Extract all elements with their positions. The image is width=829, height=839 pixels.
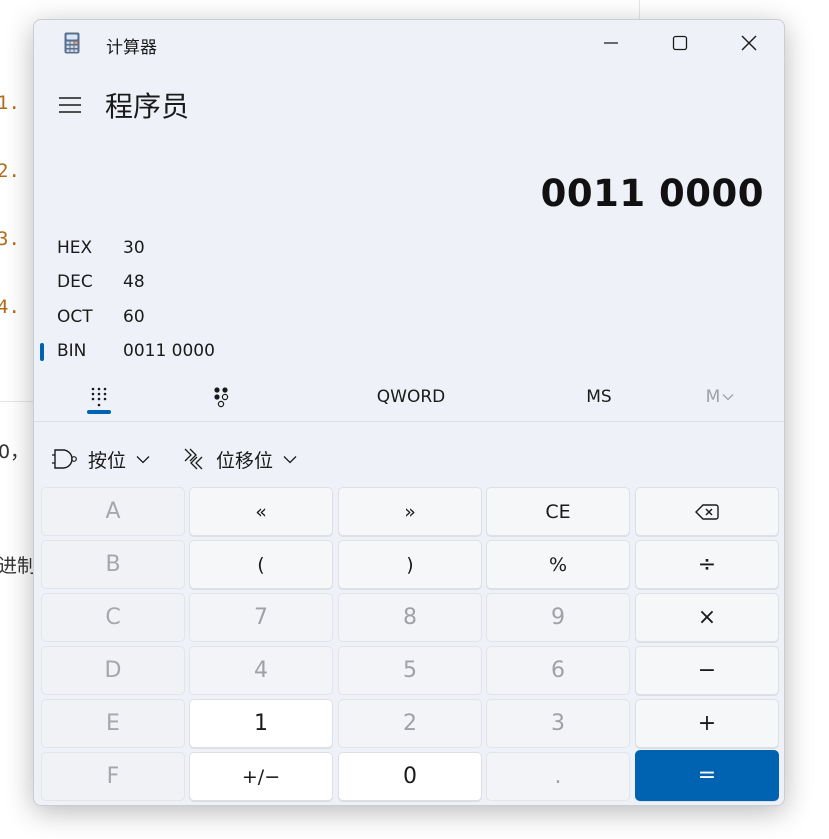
memory-menu-button[interactable]: M xyxy=(702,382,738,412)
radix-dec[interactable]: DEC 48 xyxy=(34,268,784,298)
radix-value: 30 xyxy=(123,238,145,258)
navigation-menu-button[interactable] xyxy=(56,92,84,118)
key-digit-6[interactable]: 6 xyxy=(486,646,630,695)
key-backspace[interactable] xyxy=(635,487,779,536)
bitwise-button[interactable]: 按位 xyxy=(52,444,150,474)
key-open-paren[interactable]: ( xyxy=(189,540,333,589)
key-digit-9[interactable]: 9 xyxy=(486,593,630,642)
radix-hex[interactable]: HEX 30 xyxy=(34,234,784,264)
key-add[interactable]: + xyxy=(635,699,779,748)
key-right-shift[interactable]: » xyxy=(338,487,482,536)
window-title: 计算器 xyxy=(106,38,157,58)
bit-shift-icon xyxy=(184,448,203,470)
bitshift-label: 位移位 xyxy=(216,449,274,472)
close-button[interactable] xyxy=(726,26,772,60)
radix-bin[interactable]: BIN 0011 0000 xyxy=(34,337,784,367)
bitwise-label: 按位 xyxy=(88,449,127,472)
keypad-toolbar: QWORD MS M xyxy=(34,376,784,422)
key-digit-7[interactable]: 7 xyxy=(189,593,333,642)
logic-gate-icon xyxy=(52,449,77,469)
key-clear-entry[interactable]: CE xyxy=(486,487,630,536)
list-number: 1. xyxy=(0,92,20,114)
key-digit-0[interactable]: 0 xyxy=(338,752,482,801)
memory-menu-label: M xyxy=(705,387,721,407)
key-hex-f[interactable]: F xyxy=(41,752,185,801)
key-hex-c[interactable]: C xyxy=(41,593,185,642)
radix-label: DEC xyxy=(57,272,93,292)
key-subtract[interactable]: − xyxy=(635,646,779,695)
key-digit-1[interactable]: 1 xyxy=(189,699,333,748)
mode-header: 程序员 xyxy=(34,82,784,126)
full-keypad-icon xyxy=(91,387,107,407)
key-left-shift[interactable]: « xyxy=(189,487,333,536)
radix-value: 60 xyxy=(123,307,145,327)
backspace-icon xyxy=(695,503,719,520)
radix-label: HEX xyxy=(57,238,93,258)
key-divide[interactable]: ÷ xyxy=(635,540,779,589)
memory-store-button[interactable]: MS xyxy=(574,382,624,412)
key-multiply[interactable]: × xyxy=(635,593,779,642)
minimize-button[interactable] xyxy=(588,26,634,60)
calculator-window: 计算器 程序员 0011 0000 HEX 30 DEC 48 OCT 60 B… xyxy=(33,19,785,806)
key-close-paren[interactable]: ) xyxy=(338,540,482,589)
title-bar[interactable]: 计算器 xyxy=(34,20,784,66)
maximize-button[interactable] xyxy=(657,26,703,60)
selected-indicator xyxy=(40,343,44,361)
background-text: 进制 xyxy=(0,555,37,577)
minimize-icon xyxy=(604,42,618,44)
full-keypad-tab[interactable] xyxy=(84,382,114,412)
close-icon xyxy=(741,35,757,51)
key-equals[interactable]: = xyxy=(635,750,779,801)
key-decimal[interactable]: . xyxy=(486,752,630,801)
key-digit-4[interactable]: 4 xyxy=(189,646,333,695)
list-number: 4. xyxy=(0,296,20,318)
radix-label: OCT xyxy=(57,307,93,327)
key-hex-e[interactable]: E xyxy=(41,699,185,748)
key-modulo[interactable]: % xyxy=(486,540,630,589)
radix-value: 48 xyxy=(123,272,145,292)
key-digit-3[interactable]: 3 xyxy=(486,699,630,748)
key-hex-a[interactable]: A xyxy=(41,487,185,536)
chevron-down-icon xyxy=(722,394,734,401)
chevron-down-icon xyxy=(136,455,150,463)
hamburger-icon xyxy=(59,97,81,113)
list-number: 3. xyxy=(0,228,20,250)
maximize-icon xyxy=(672,35,688,51)
list-number: 2. xyxy=(0,160,20,182)
radix-value: 0011 0000 xyxy=(123,341,215,361)
bitshift-button[interactable]: 位移位 xyxy=(182,444,297,474)
result-display: 0011 0000 xyxy=(540,172,764,215)
active-tab-indicator xyxy=(87,410,111,414)
key-digit-8[interactable]: 8 xyxy=(338,593,482,642)
background-text: 0， xyxy=(0,441,30,463)
radix-oct[interactable]: OCT 60 xyxy=(34,303,784,333)
mode-title: 程序员 xyxy=(105,90,190,123)
bit-toggling-keypad-tab[interactable] xyxy=(206,382,236,412)
key-digit-2[interactable]: 2 xyxy=(338,699,482,748)
radix-label: BIN xyxy=(57,341,87,361)
word-size-button[interactable]: QWORD xyxy=(364,382,458,412)
bitwise-operations-row: 按位 位移位 xyxy=(34,440,784,476)
key-digit-5[interactable]: 5 xyxy=(338,646,482,695)
bit-toggling-icon xyxy=(214,387,229,408)
chevron-down-icon xyxy=(283,455,297,463)
calculator-app-icon xyxy=(64,32,80,54)
key-negate[interactable]: +/− xyxy=(189,752,333,801)
key-hex-d[interactable]: D xyxy=(41,646,185,695)
key-hex-b[interactable]: B xyxy=(41,540,185,589)
